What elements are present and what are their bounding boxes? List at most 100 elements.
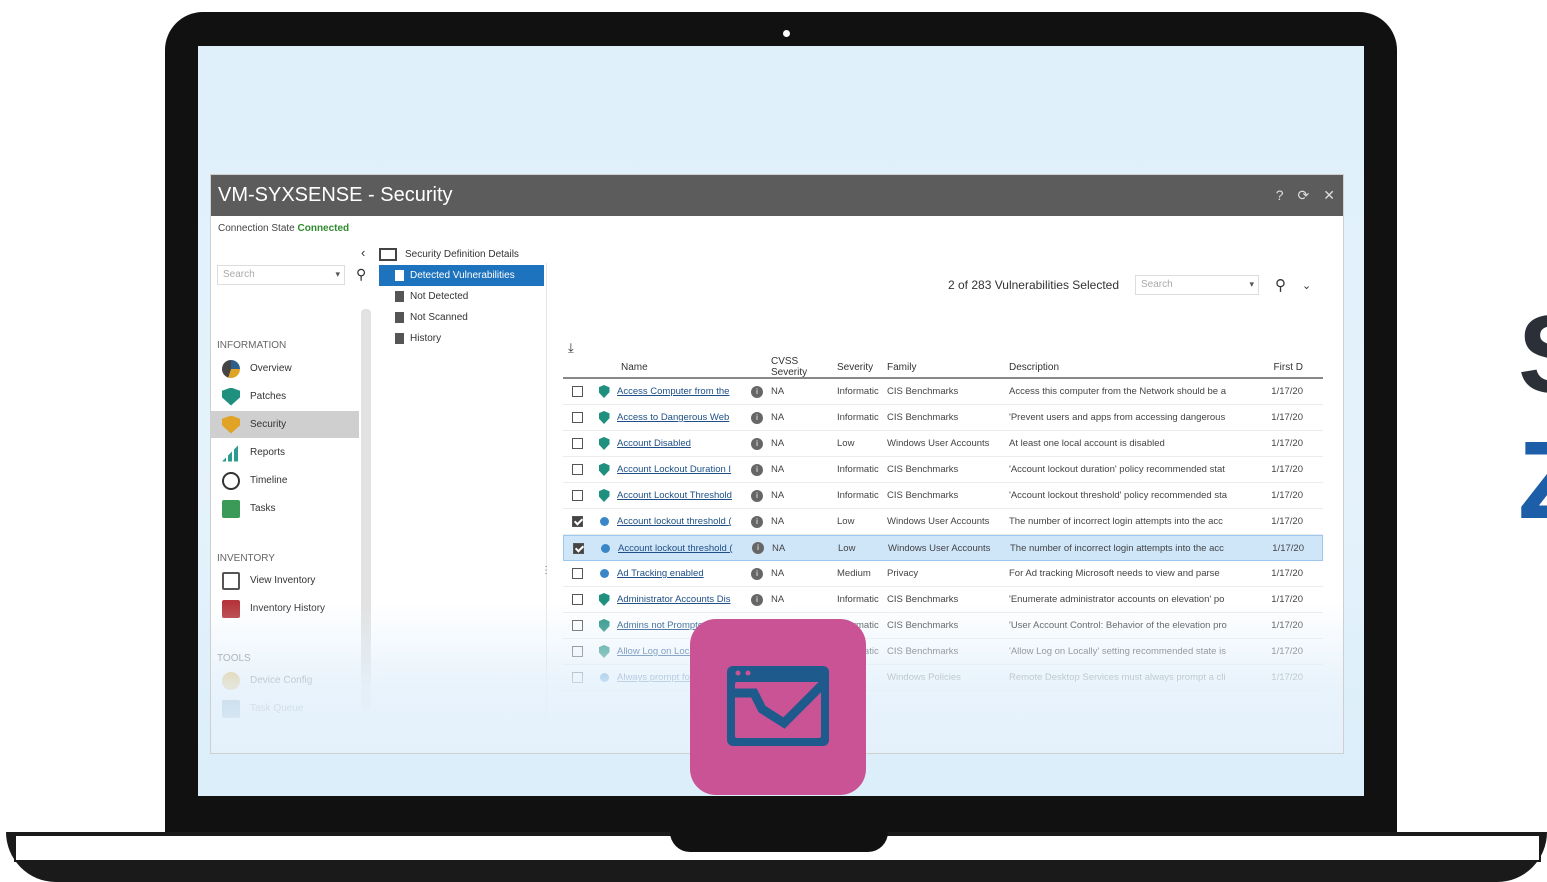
row-checkbox[interactable] (572, 542, 584, 554)
nav-item-view-inventory[interactable]: View Inventory (211, 567, 359, 594)
grid-search-input[interactable]: Search ▾ (1135, 275, 1259, 295)
row-checkbox[interactable] (571, 464, 583, 475)
info-cell[interactable]: i (747, 411, 767, 424)
col-severity[interactable]: Severity (837, 362, 887, 373)
dropdown-arrow-icon[interactable]: ▾ (335, 269, 340, 280)
row-checkbox-cell[interactable] (564, 542, 592, 554)
nav-item-inventory-history[interactable]: Inventory History (211, 595, 359, 622)
table-row[interactable]: Access Computer from the i NA Informatic CIS… (563, 379, 1323, 405)
row-checkbox-cell[interactable] (563, 672, 591, 683)
vulnerability-name-link[interactable]: Administrator Accounts Dis (617, 594, 747, 605)
collapse-chevron-icon[interactable]: ‹ (361, 245, 365, 260)
nav-item-device-config[interactable]: Device Config (211, 667, 359, 694)
col-family[interactable]: Family (887, 362, 1009, 373)
info-cell[interactable]: i (747, 515, 767, 528)
table-row[interactable]: Admins not PromptediNAInformaticCIS Benc… (563, 613, 1323, 639)
table-row[interactable]: Access to Dangerous Web i NA Informatic CIS … (563, 405, 1323, 431)
help-icon[interactable]: ? (1276, 187, 1284, 204)
vulnerability-name-link[interactable]: Account lockout threshold ( (617, 516, 747, 527)
row-checkbox[interactable] (571, 594, 583, 605)
row-checkbox[interactable] (571, 620, 583, 631)
row-checkbox-cell[interactable] (563, 438, 591, 449)
info-icon[interactable]: i (751, 489, 763, 502)
search-icon[interactable]: ⚲ (1275, 276, 1286, 294)
row-checkbox[interactable] (571, 412, 583, 423)
row-checkbox[interactable] (571, 672, 583, 683)
row-checkbox-cell[interactable] (563, 386, 591, 397)
search-icon[interactable]: ⚲ (356, 266, 366, 283)
left-search-input[interactable]: Search ▾ (217, 265, 345, 285)
info-icon[interactable]: i (751, 593, 763, 606)
vulnerability-name-link[interactable]: Account Disabled (617, 438, 747, 449)
info-cell[interactable]: i (747, 489, 767, 502)
row-checkbox-cell[interactable] (563, 412, 591, 423)
tree-node-not-scanned[interactable]: Not Scanned (379, 307, 544, 328)
row-checkbox-cell[interactable] (563, 516, 591, 527)
info-icon[interactable]: i (751, 567, 763, 580)
col-description[interactable]: Description (1009, 362, 1259, 373)
info-icon[interactable]: i (751, 437, 763, 450)
row-type-cell (591, 463, 617, 476)
dropdown-arrow-icon[interactable]: ▾ (1249, 279, 1254, 290)
col-first[interactable]: First D (1259, 362, 1303, 373)
vulnerability-name-link[interactable]: Access to Dangerous Web (617, 412, 747, 423)
row-checkbox-cell[interactable] (563, 568, 591, 579)
nav-item-tasks[interactable]: Tasks (211, 495, 359, 522)
row-checkbox[interactable] (571, 646, 583, 657)
col-name[interactable]: Name (617, 362, 747, 373)
table-row[interactable]: Account Lockout Threshold i NA Informatic CI… (563, 483, 1323, 509)
info-icon[interactable]: i (751, 515, 763, 528)
nav-item-overview[interactable]: Overview (211, 355, 359, 382)
info-cell[interactable]: i (747, 437, 767, 450)
info-icon[interactable]: i (751, 411, 763, 424)
row-checkbox[interactable] (571, 386, 583, 397)
table-row[interactable]: Account lockout threshold (i NA Low Windows… (563, 509, 1323, 535)
splitter-grip-icon[interactable]: ⋮ (541, 565, 551, 576)
row-checkbox-cell[interactable] (563, 620, 591, 631)
info-icon[interactable]: i (751, 385, 763, 398)
info-cell[interactable]: i (747, 463, 767, 476)
table-row[interactable]: Always prompt for passwordiNAHighWindows… (563, 665, 1323, 691)
info-cell[interactable]: i (747, 385, 767, 398)
nav-item-patches[interactable]: Patches (211, 383, 359, 410)
tree-root[interactable]: Security Definition Details (379, 243, 544, 265)
info-cell[interactable]: i (748, 542, 768, 554)
row-checkbox[interactable] (571, 490, 583, 501)
info-cell[interactable]: i (747, 593, 767, 606)
download-icon[interactable]: ⤓ (568, 340, 574, 356)
row-checkbox-cell[interactable] (563, 464, 591, 475)
table-row[interactable]: Account Disabled i NA Low Windows User Accou… (563, 431, 1323, 457)
row-checkbox-cell[interactable] (563, 646, 591, 657)
table-row[interactable]: Administrator Accounts Dis i NA Informatic C… (563, 587, 1323, 613)
nav-item-task-queue[interactable]: Task Queue (211, 695, 359, 722)
tree-node-history[interactable]: History (379, 328, 544, 349)
vulnerability-name-link[interactable]: Account lockout threshold ( (618, 543, 748, 554)
tree-node-detected-vulnerabilities[interactable]: Detected Vulnerabilities (379, 265, 544, 286)
nav-item-reports[interactable]: Reports (211, 439, 359, 466)
nav-scrollbar[interactable] (361, 309, 371, 709)
info-cell[interactable]: i (747, 567, 767, 580)
row-checkbox[interactable] (571, 568, 583, 579)
row-checkbox[interactable] (571, 516, 583, 527)
vulnerability-name-link[interactable]: Ad Tracking enabled (617, 568, 747, 579)
restore-icon[interactable]: ⟳ (1298, 187, 1310, 204)
nav-item-security[interactable]: Security (211, 411, 359, 438)
row-checkbox-cell[interactable] (563, 594, 591, 605)
table-row[interactable]: Account lockout threshold (i NA Low Windows… (563, 535, 1323, 561)
row-checkbox[interactable] (571, 438, 583, 449)
col-cvss[interactable]: CVSS Severity (767, 356, 837, 378)
info-icon[interactable]: i (752, 542, 764, 554)
table-row[interactable]: Allow Log on LocallyiNAInformaticCIS Ben… (563, 639, 1323, 665)
vulnerability-name-link[interactable]: Access Computer from the (617, 386, 747, 397)
row-checkbox-cell[interactable] (563, 490, 591, 501)
tree-node-not-detected[interactable]: Not Detected (379, 286, 544, 307)
family-cell: Windows User Accounts (887, 516, 990, 527)
nav-item-timeline[interactable]: Timeline (211, 467, 359, 494)
info-icon[interactable]: i (751, 463, 763, 476)
vulnerability-name-link[interactable]: Account Lockout Threshold (617, 490, 747, 501)
table-row[interactable]: Ad Tracking enabled i NA Medium Privacy For A… (563, 561, 1323, 587)
close-icon[interactable]: ✕ (1323, 187, 1335, 204)
table-row[interactable]: Account Lockout Duration I i NA Informatic C… (563, 457, 1323, 483)
chevron-down-icon[interactable]: ⌄ (1302, 279, 1311, 292)
vulnerability-name-link[interactable]: Account Lockout Duration I (617, 464, 747, 475)
